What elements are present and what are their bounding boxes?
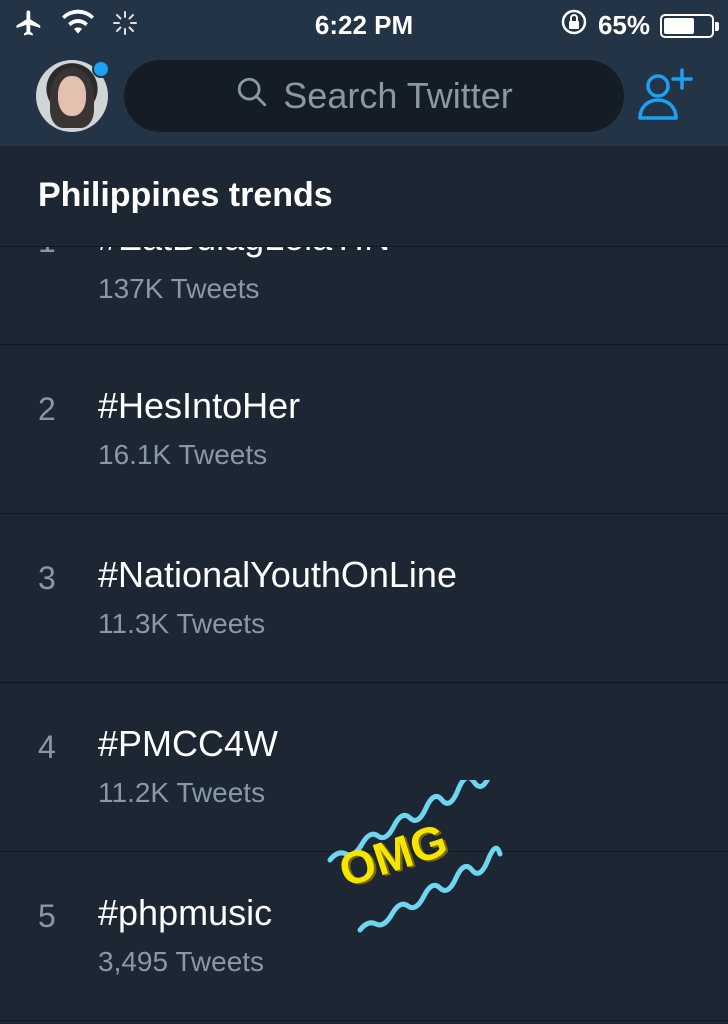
trend-tweet-count: 137K Tweets (98, 273, 260, 304)
trend-row[interactable]: 3 #NationalYouthOnLine 11.3K Tweets (0, 514, 728, 683)
trend-row[interactable]: 1 #EatBulagLolaTIN 137K Tweets (0, 247, 728, 345)
search-input[interactable]: Search Twitter (124, 60, 624, 132)
search-icon (235, 75, 269, 118)
trend-hashtag: #phpmusic (98, 892, 273, 933)
battery-percent: 65% (597, 10, 650, 40)
trend-tweet-count: 3,495 Tweets (98, 946, 265, 977)
battery-icon (660, 13, 719, 38)
trend-hashtag: #NationalYouthOnLine (98, 554, 457, 595)
trend-rank: 5 (38, 898, 56, 934)
trend-tweet-count: 11.3K Tweets (98, 608, 266, 639)
trend-hashtag: #EatBulagLolaTIN (98, 247, 390, 259)
add-user-icon[interactable] (636, 68, 694, 122)
top-navigation-bar: Search Twitter (0, 48, 728, 146)
status-bar: 6:22 PM 65% (0, 0, 728, 48)
battery-fill (664, 17, 694, 34)
trend-row[interactable]: 2 #HesIntoHer 16.1K Tweets (0, 345, 728, 514)
page-title: Philippines trends (38, 176, 333, 214)
trend-tweet-count: 16.1K Tweets (98, 439, 268, 470)
notification-dot (92, 60, 110, 78)
omg-sticker: OMG (320, 771, 510, 940)
trend-rank: 2 (38, 391, 56, 427)
orientation-lock-icon (560, 8, 588, 43)
status-bar-right: 65% (560, 8, 719, 43)
search-placeholder: Search Twitter (283, 75, 513, 116)
trend-rank: 4 (38, 729, 56, 765)
trend-tweet-count: 11.2K Tweets (98, 777, 266, 808)
trend-hashtag: #PMCC4W (98, 723, 279, 764)
trend-rank: 1 (38, 247, 56, 260)
trend-rank: 3 (38, 560, 56, 596)
trends-header: Philippines trends (0, 146, 728, 247)
trend-hashtag: #HesIntoHer (98, 385, 301, 426)
